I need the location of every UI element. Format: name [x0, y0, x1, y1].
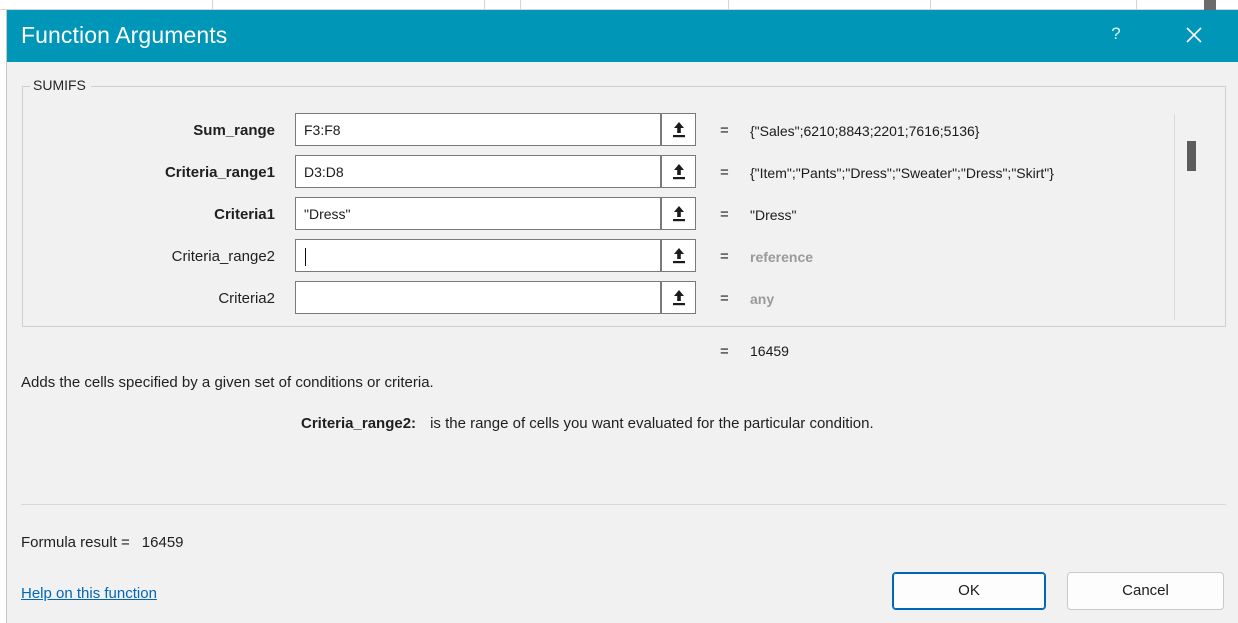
result-equals-sign: =: [720, 343, 729, 360]
criteria1-collapse-button[interactable]: [661, 197, 696, 230]
close-icon: [1186, 27, 1202, 43]
criteria2-value: any: [750, 291, 775, 307]
collapse-dialog-icon: [673, 122, 685, 138]
criteria-range2-input[interactable]: [295, 239, 661, 272]
criteria2-label: Criteria2: [218, 290, 275, 307]
function-arguments-dialog: Function Arguments ? SUMIFS Sum_range F3…: [6, 10, 1238, 623]
collapse-dialog-icon: [673, 206, 685, 222]
criteria-range1-input[interactable]: D3:D8: [295, 155, 661, 188]
title-bar: Function Arguments ?: [7, 10, 1238, 62]
ok-button[interactable]: OK: [892, 572, 1046, 610]
collapse-dialog-icon: [673, 290, 685, 306]
criteria1-label: Criteria1: [214, 206, 275, 223]
criteria-range1-collapse-button[interactable]: [661, 155, 696, 188]
criteria1-value: "Dress": [750, 207, 797, 223]
equals-sign: =: [720, 164, 729, 181]
sum-range-collapse-button[interactable]: [661, 113, 696, 146]
formula-result-label: Formula result =: [21, 534, 130, 551]
grid-line: [728, 0, 729, 10]
criteria2-input[interactable]: [295, 281, 661, 314]
formula-result: Formula result = 16459: [21, 534, 184, 551]
equals-sign: =: [720, 248, 729, 265]
arguments-scrollbar-thumb[interactable]: [1187, 141, 1196, 171]
help-button[interactable]: ?: [1106, 24, 1126, 44]
cancel-button[interactable]: Cancel: [1067, 572, 1224, 610]
close-button[interactable]: [1179, 20, 1209, 50]
grid-line: [520, 0, 521, 10]
sum-range-input[interactable]: F3:F8: [295, 113, 661, 146]
grid-line: [484, 0, 485, 10]
grid-line: [1136, 0, 1137, 10]
formula-result-value: 16459: [141, 534, 184, 551]
criteria1-input[interactable]: "Dress": [295, 197, 661, 230]
dialog-title: Function Arguments: [21, 22, 228, 48]
equals-sign: =: [720, 290, 729, 307]
criteria-range1-label: Criteria_range1: [164, 164, 275, 181]
sum-range-value: {"Sales";6210;8843;2201;7616;5136}: [750, 123, 980, 139]
sheet-scrollbar-thumb[interactable]: [1204, 0, 1216, 10]
function-description: Adds the cells specified by a given set …: [21, 374, 434, 391]
grid-line: [930, 0, 931, 10]
criteria-range2-label: Criteria_range2: [171, 248, 275, 265]
criteria-range2-value: reference: [750, 249, 814, 265]
argument-help-name: Criteria_range2:: [301, 415, 417, 432]
criteria-range1-value: {"Item";"Pants";"Dress";"Sweater";"Dress…: [750, 165, 1054, 181]
spreadsheet-background: [0, 0, 1238, 10]
equals-sign: =: [720, 122, 729, 139]
criteria-range2-collapse-button[interactable]: [661, 239, 696, 272]
argument-help: Criteria_range2: is the range of cells yo…: [301, 415, 874, 432]
argument-help-text: is the range of cells you want evaluated…: [430, 415, 874, 432]
criteria2-collapse-button[interactable]: [661, 281, 696, 314]
sum-range-label: Sum_range: [193, 122, 275, 139]
collapse-dialog-icon: [673, 248, 685, 264]
function-result-value: 16459: [750, 343, 789, 359]
grid-line: [212, 0, 213, 10]
equals-sign: =: [720, 206, 729, 223]
divider: [21, 504, 1226, 505]
help-on-function-link[interactable]: Help on this function: [21, 585, 157, 602]
text-caret: [305, 248, 306, 266]
collapse-dialog-icon: [673, 164, 685, 180]
function-name: SUMIFS: [30, 77, 91, 93]
